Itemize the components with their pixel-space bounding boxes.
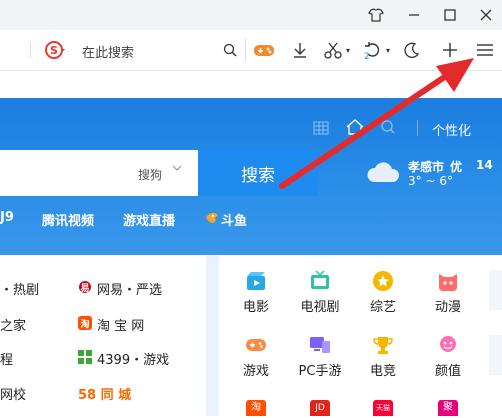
sogou-engine-icon[interactable]: S <box>45 39 69 61</box>
history-dropdown-icon[interactable]: ▾ <box>384 30 392 70</box>
home-icon[interactable] <box>345 118 365 140</box>
ju-app-icon[interactable]: 聚 <box>438 400 458 416</box>
browser-toolbar <box>0 30 502 71</box>
app-label-beauty[interactable]: 颜值 <box>420 360 476 379</box>
main-search-input[interactable] <box>0 150 198 196</box>
minimize-icon[interactable] <box>396 0 432 30</box>
weather-temperature: 3° ~ 6° <box>408 174 453 188</box>
nav-link-douyu[interactable]: 斗鱼 <box>221 210 247 229</box>
personalize-link[interactable]: 个性化 <box>432 120 471 139</box>
new-tab-icon[interactable] <box>440 30 460 70</box>
app-label-tv[interactable]: 电视剧 <box>292 296 348 315</box>
4399-icon <box>78 349 92 368</box>
tmall-app-icon[interactable]: 天猫 <box>373 400 393 416</box>
app-label-game[interactable]: 游戏 <box>228 360 284 379</box>
tv-icon[interactable] <box>309 270 331 296</box>
close-icon[interactable] <box>468 0 502 30</box>
scissors-icon[interactable] <box>322 30 344 70</box>
cloud-icon <box>366 158 400 190</box>
toolbar-divider <box>245 38 246 62</box>
maximize-icon[interactable] <box>432 0 468 30</box>
beauty-icon[interactable] <box>437 335 459 359</box>
partial-tile <box>489 270 502 310</box>
svg-text:易: 易 <box>80 283 89 294</box>
movie-icon[interactable] <box>245 270 267 296</box>
svg-text:淘: 淘 <box>80 318 89 330</box>
esports-trophy-icon[interactable] <box>372 335 394 359</box>
link-cheng[interactable]: 程 <box>0 349 13 368</box>
anime-icon[interactable] <box>437 270 459 296</box>
search-button[interactable]: 搜索 <box>198 150 318 196</box>
link-zhijia[interactable]: 之家 <box>0 315 26 334</box>
toolbar-search-input[interactable]: 在此搜索 <box>82 42 134 61</box>
scissors-dropdown-icon[interactable]: ▾ <box>344 30 352 70</box>
night-mode-icon[interactable] <box>402 30 422 70</box>
game-icon[interactable] <box>245 335 267 359</box>
download-icon[interactable] <box>290 30 310 70</box>
weather-aqi: 优 <box>450 160 463 174</box>
engine-selector[interactable]: 搜狗 <box>138 166 162 183</box>
link-taobao[interactable]: 淘 宝 网 <box>97 315 144 334</box>
menu-icon[interactable] <box>474 30 496 70</box>
svg-text:S: S <box>50 44 58 57</box>
panel-gap <box>206 255 219 416</box>
link-hot-drama[interactable]: ・热剧 <box>0 279 39 298</box>
nav-link-game-live[interactable]: 游戏直播 <box>123 210 175 229</box>
variety-icon[interactable] <box>372 270 394 296</box>
game-controller-icon[interactable] <box>252 30 276 70</box>
partial-tile <box>489 335 502 375</box>
skin-icon[interactable] <box>358 0 394 30</box>
layout-grid-icon[interactable] <box>313 120 329 139</box>
app-label-movie[interactable]: 电影 <box>228 296 284 315</box>
undo-history-icon[interactable] <box>362 30 384 70</box>
link-4399[interactable]: 4399・游戏 <box>97 349 169 368</box>
pc-mobile-game-icon[interactable] <box>309 335 331 359</box>
link-netease-yanxuan[interactable]: 网易・严选 <box>97 279 162 298</box>
app-label-variety[interactable]: 综艺 <box>355 296 411 315</box>
weather-city: 孝感市 <box>408 160 445 174</box>
address-bar-edge[interactable] <box>0 42 31 58</box>
search-icon[interactable] <box>221 30 239 70</box>
nav-link-tencent-video[interactable]: 腾讯视频 <box>42 210 94 229</box>
app-label-esports[interactable]: 电竞 <box>355 360 411 379</box>
jd-app-icon[interactable]: JD <box>310 400 330 416</box>
link-58[interactable]: 58 同 城 <box>78 384 131 403</box>
hero-divider <box>417 120 418 136</box>
taobao-app-icon[interactable]: 淘 <box>246 400 266 416</box>
nav-link-j9[interactable]: J9 <box>0 210 14 225</box>
hero-search-icon[interactable] <box>380 119 396 139</box>
weather-aqi-value: 14 <box>476 158 493 172</box>
history-count-badge: 2 <box>364 52 370 62</box>
app-label-pc-mobile-game[interactable]: PC手游 <box>288 360 352 379</box>
app-label-anime[interactable]: 动漫 <box>420 296 476 315</box>
douyu-icon <box>204 209 220 229</box>
link-wangxiao[interactable]: 网校 <box>0 384 26 403</box>
taobao-icon: 淘 <box>78 315 92 334</box>
netease-icon: 易 <box>78 279 92 298</box>
chevron-down-icon[interactable] <box>172 164 182 175</box>
